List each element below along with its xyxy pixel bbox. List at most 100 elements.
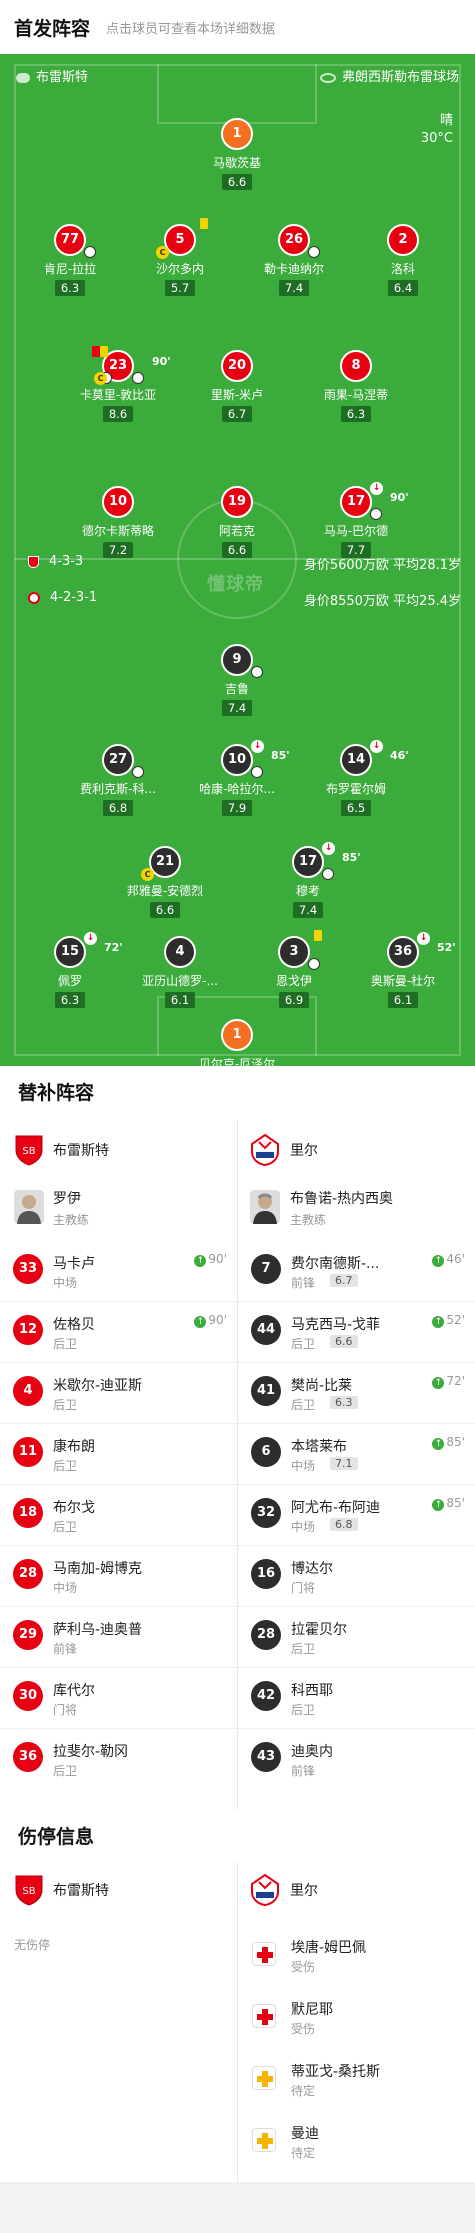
- away-sub-row[interactable]: 42 科西耶 后卫: [238, 1667, 475, 1727]
- away-sub-row[interactable]: 44 马克西马-戈菲 后卫 6.6 ↑ 52': [238, 1301, 475, 1361]
- away-coach-name[interactable]: 布鲁诺-热内西奥: [290, 1188, 393, 1208]
- home-coach-avatar: [14, 1190, 44, 1224]
- sub-out-icon: ↓: [251, 740, 264, 753]
- event-minute: 90': [390, 491, 409, 504]
- away-sub-row[interactable]: 6 本塔莱布 中场 7.1 ↑ 85': [238, 1423, 475, 1483]
- home-coach-name[interactable]: 罗伊: [53, 1188, 81, 1208]
- sub-position: 后卫: [53, 1398, 78, 1412]
- away-player-4[interactable]: 14 ↓ 46' 布罗霍尔姆 6.5: [296, 740, 416, 816]
- sub-position: 中场: [291, 1520, 316, 1534]
- shirt-number: 20: [221, 350, 253, 382]
- sub-name: 迪奥内: [291, 1744, 333, 1760]
- goal-ball-icon: [370, 508, 382, 520]
- injury-row[interactable]: 蒂亚戈-桑托斯 待定: [238, 2048, 475, 2108]
- away-player-7[interactable]: 15 ↓ 72' 佩罗 6.3: [10, 932, 130, 1008]
- home-player-4[interactable]: 26 勒卡迪纳尔 7.4: [234, 224, 354, 296]
- home-player-7[interactable]: 20 里斯-米卢 6.7: [177, 350, 297, 422]
- doubtful-cross-icon: [252, 2066, 276, 2090]
- injury-row[interactable]: 埃唐-姆巴佩 受伤: [238, 1924, 475, 1984]
- home-sub-row[interactable]: 18 布尔戈 后卫: [0, 1484, 237, 1544]
- yellow-card-icon: [100, 346, 108, 357]
- home-player-9[interactable]: 10 德尔卡斯蒂略 7.2: [58, 486, 178, 558]
- home-player-11[interactable]: 17 ↓ 90' 马马-巴尔德 7.7: [296, 482, 416, 558]
- away-sub-row[interactable]: 7 费尔南德斯-... 前锋 6.7 ↑ 46': [238, 1240, 475, 1300]
- home-player-6[interactable]: 23 C 90' 卡莫里-敦比亚 8.6: [58, 346, 178, 422]
- injury-status: 待定: [291, 2084, 316, 2098]
- goal-ball-icon: [308, 246, 320, 258]
- away-player-6[interactable]: 17 ↓ 85' 穆考 7.4: [248, 842, 368, 918]
- lineup-header: 首发阵容 点击球员可查看本场详细数据: [0, 0, 475, 54]
- home-sub-row[interactable]: 12 佐格贝 后卫 ↑ 90': [0, 1301, 237, 1361]
- away-player-11[interactable]: 1贝尔克-厄泽尔7.1: [177, 1019, 297, 1066]
- away-player-8[interactable]: 4 亚历山德罗-... 6.1: [120, 936, 240, 1008]
- shirt-number: 43: [251, 1742, 281, 1772]
- player-rating: 7.9: [221, 800, 253, 816]
- player-rating: 6.9: [278, 992, 310, 1008]
- home-box: [157, 64, 317, 124]
- svg-text:SB: SB: [22, 1146, 35, 1157]
- away-player-1[interactable]: 9 吉鲁 7.4: [177, 644, 297, 716]
- home-sub-row[interactable]: 11 康布朗 后卫: [0, 1423, 237, 1483]
- injury-row[interactable]: 默尼耶 受伤: [238, 1986, 475, 2046]
- sub-in-time: 85': [446, 1435, 465, 1449]
- home-player-3[interactable]: 5 C 沙尔多内 5.7: [120, 218, 240, 296]
- shirt-number: 44: [251, 1315, 281, 1345]
- injured-player-name: 埃唐-姆巴佩: [291, 1940, 367, 1956]
- player-name: 恩戈伊: [275, 974, 312, 988]
- injury-row[interactable]: 曼迪 待定: [238, 2110, 475, 2170]
- away-player-2[interactable]: 27 费利克斯-科... 6.8: [58, 744, 178, 816]
- subs-home-team: 布雷斯特: [53, 1143, 109, 1159]
- sub-position: 后卫: [291, 1703, 316, 1717]
- away-sub-row[interactable]: 41 樊尚-比莱 后卫 6.3 ↑ 72': [238, 1362, 475, 1422]
- away-player-3[interactable]: 10 ↓ 85' 哈康-哈拉尔... 7.9: [177, 740, 297, 816]
- away-sub-row[interactable]: 28 拉霍贝尔 后卫: [238, 1606, 475, 1666]
- sub-out-icon: ↓: [370, 482, 383, 495]
- player-rating: 6.1: [164, 992, 196, 1008]
- event-minute: 46': [390, 749, 409, 762]
- away-player-5[interactable]: 21 C 邦雅曼-安德烈 6.6: [105, 846, 225, 918]
- home-player-8[interactable]: 8 雨果-马涅蒂 6.3: [296, 350, 416, 422]
- sub-in-minute: ↑ 85': [432, 1496, 465, 1511]
- shirt-number: 28: [13, 1559, 43, 1589]
- home-player-10[interactable]: 19 阿若克 6.6: [177, 486, 297, 558]
- injured-player-name: 曼迪: [291, 2126, 319, 2142]
- row-divider: [238, 1362, 475, 1363]
- away-sub-row[interactable]: 32 阿尤布-布阿迪 中场 6.8 ↑ 85': [238, 1484, 475, 1544]
- shirt-number: 77: [54, 224, 96, 258]
- away-player-10[interactable]: 36 ↓ 52' 奥斯曼-杜尔 6.1: [343, 932, 463, 1008]
- player-rating: 6.6: [221, 174, 253, 190]
- sub-name: 拉斐尔-勒冈: [53, 1744, 129, 1760]
- home-sub-row[interactable]: 33 马卡卢 中场 ↑ 90': [0, 1240, 237, 1300]
- away-sub-row[interactable]: 16 博达尔 门将: [238, 1545, 475, 1605]
- sub-position: 中场: [53, 1276, 78, 1290]
- shirt-number: 30: [13, 1681, 43, 1711]
- subs-title: 替补阵容: [18, 1082, 95, 1104]
- home-sub-row[interactable]: 4 米歇尔-迪亚斯 后卫: [0, 1362, 237, 1422]
- player-rating: 7.2: [102, 542, 134, 558]
- player-name: 佩罗: [57, 974, 82, 988]
- home-player-2[interactable]: 77 肯尼-拉拉 6.3: [10, 224, 130, 296]
- home-sub-row[interactable]: 29 萨利乌-迪奥普 前锋: [0, 1606, 237, 1666]
- away-player-9[interactable]: 3 恩戈伊 6.9: [234, 930, 354, 1008]
- sub-in-icon: ↑: [432, 1316, 445, 1328]
- shirt-number: 16: [251, 1559, 281, 1589]
- home-player-1[interactable]: 1 马歇茨基 6.6: [177, 118, 297, 190]
- row-divider: [238, 1728, 475, 1729]
- pitch: 布雷斯特 弗朗西斯勒布雷球场 晴 30°C 懂球帝 4-3-3 身价5600万欧…: [0, 54, 475, 1066]
- player-rating: 6.6: [221, 542, 253, 558]
- away-sub-row[interactable]: 43 迪奥内前锋: [238, 1728, 475, 1788]
- shirt-number: 1: [221, 118, 253, 150]
- home-sub-row[interactable]: 36 拉斐尔-勒冈 后卫: [0, 1728, 237, 1788]
- event-minute: 90': [152, 355, 171, 368]
- sub-name: 阿尤布-布阿迪: [291, 1500, 381, 1516]
- home-sub-row[interactable]: 30 库代尔 门将: [0, 1667, 237, 1727]
- player-rating: 7.7: [340, 542, 372, 558]
- home-sub-row[interactable]: 28 马南加-姆博克 中场: [0, 1545, 237, 1605]
- event-minute: 85': [271, 749, 290, 762]
- red-card-icon: [92, 346, 100, 357]
- home-player-5[interactable]: 2 洛科 6.4: [343, 224, 463, 296]
- sub-position: 前锋: [291, 1764, 316, 1778]
- sub-out-icon: ↓: [322, 842, 335, 855]
- goal-ball-icon: [84, 246, 96, 258]
- sub-out-icon: ↓: [417, 932, 430, 945]
